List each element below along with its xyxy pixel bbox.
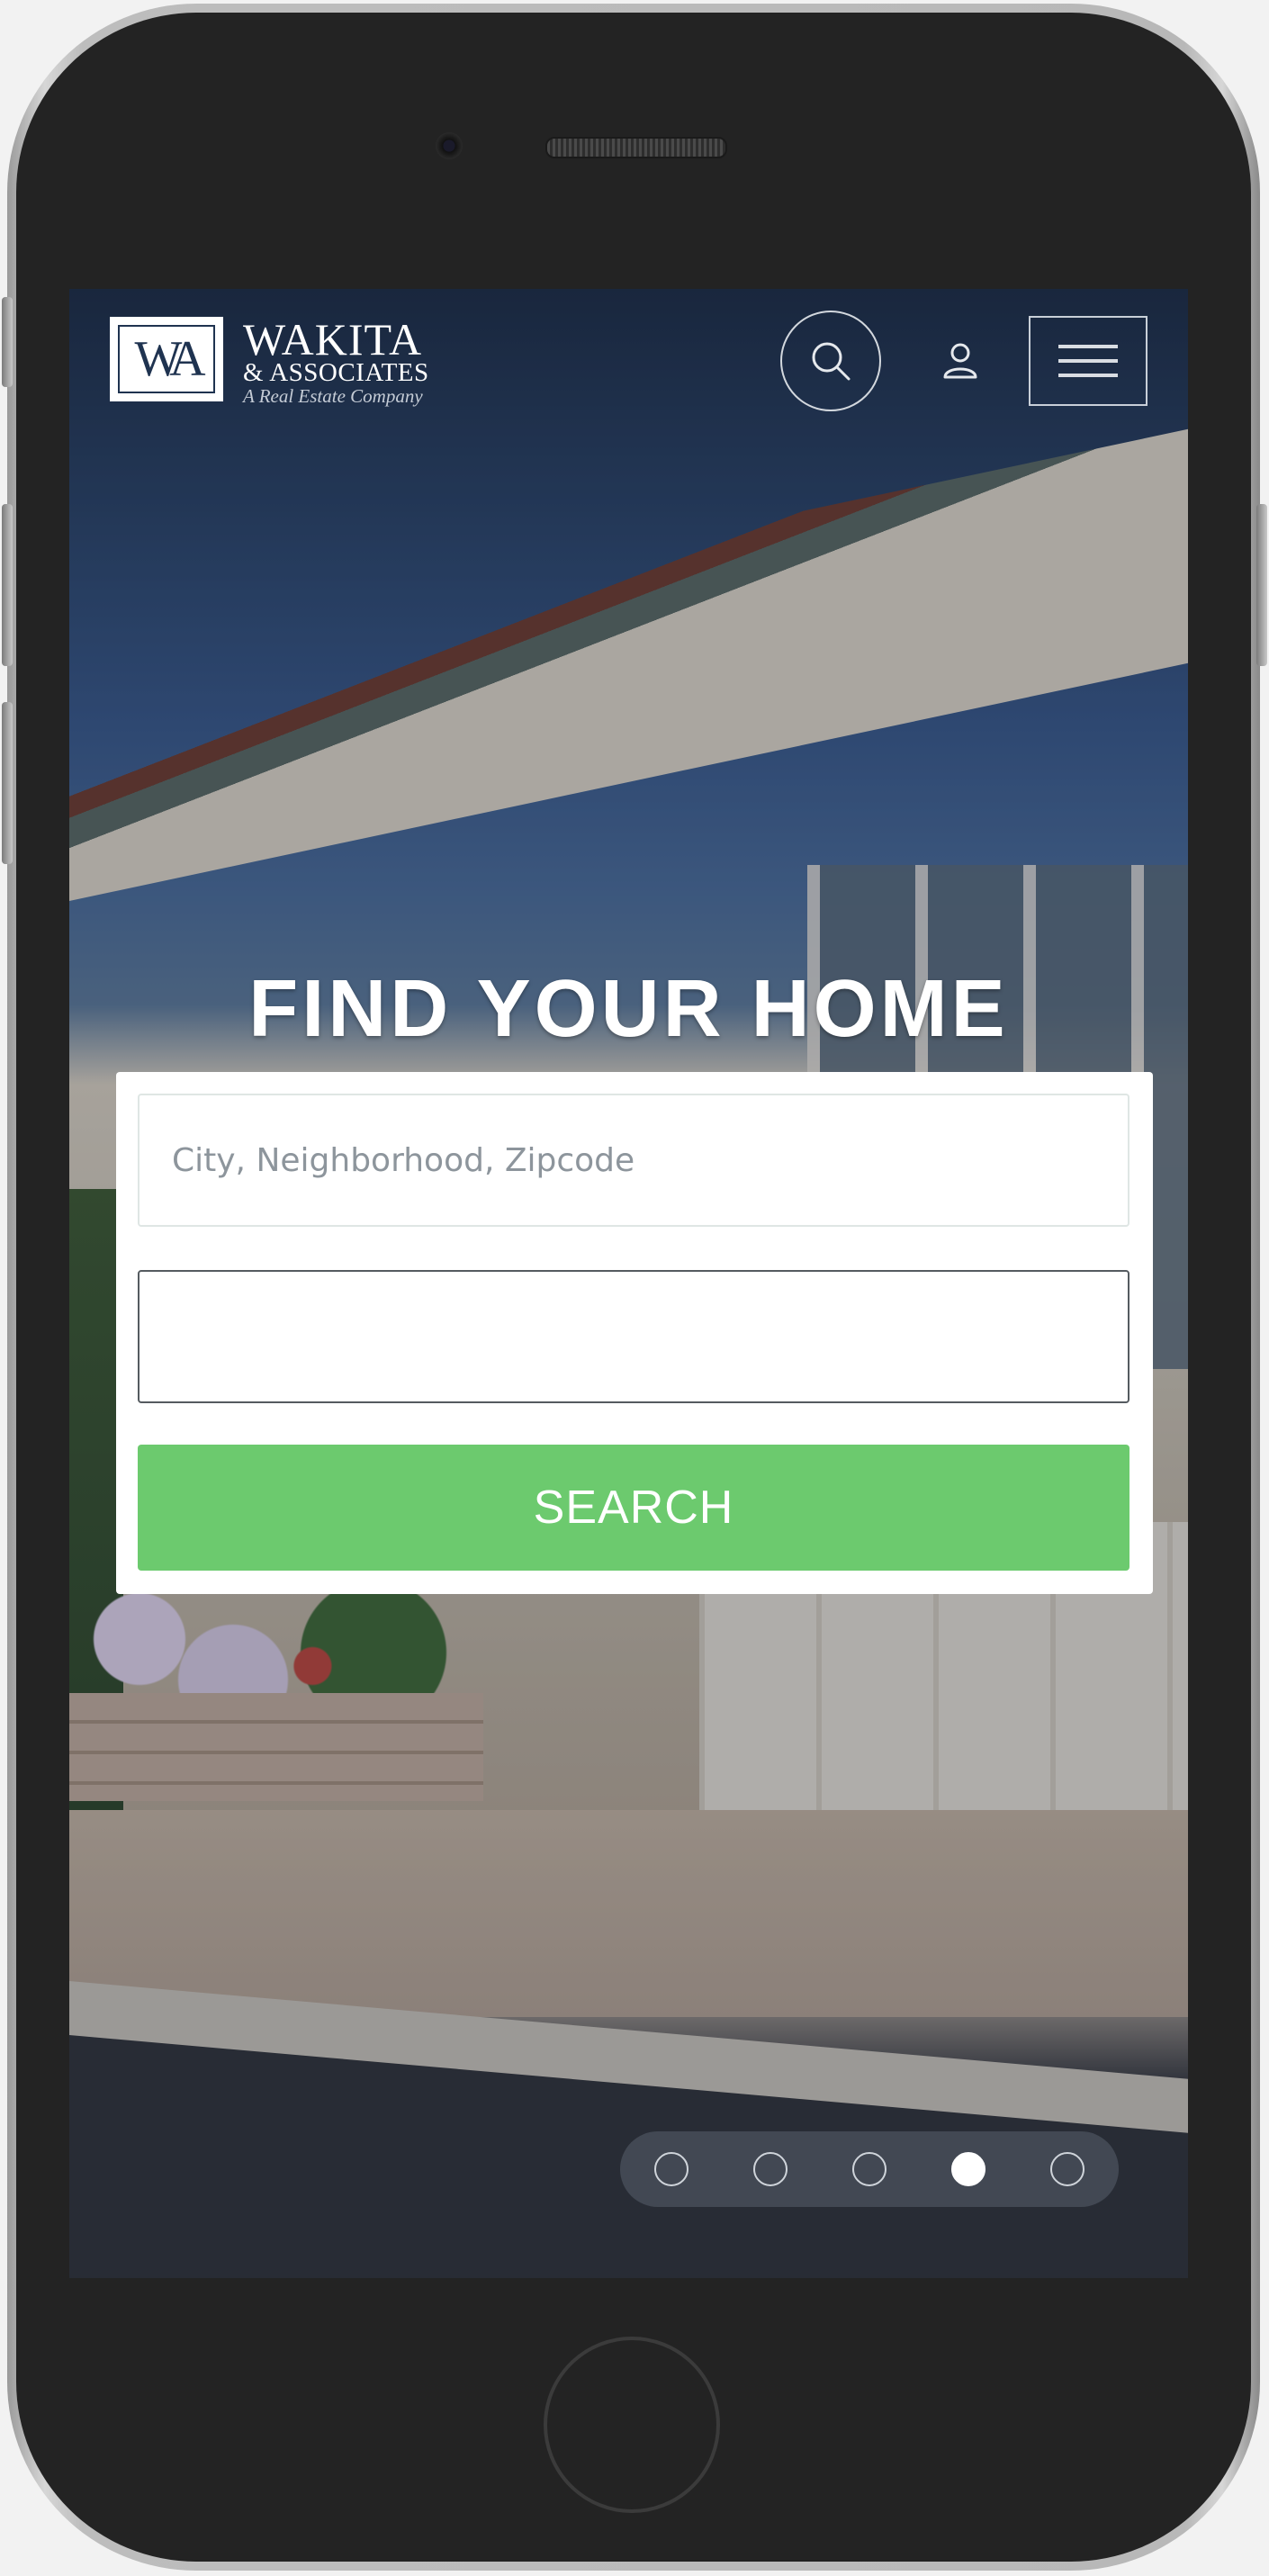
carousel-dot[interactable] (753, 2152, 788, 2186)
phone-side-button (2, 504, 13, 666)
hamburger-menu-icon (1058, 374, 1118, 377)
logo-wordmark: WAKITA & ASSOCIATES A Real Estate Compan… (243, 314, 429, 407)
site-logo[interactable]: WA WAKITA & ASSOCIATES A Real Estate Com… (110, 317, 429, 407)
menu-button[interactable] (1029, 316, 1148, 406)
carousel-dot[interactable] (852, 2152, 886, 2186)
logo-tagline: A Real Estate Company (243, 385, 423, 407)
carousel-dot[interactable] (1050, 2152, 1084, 2186)
hamburger-menu-icon (1058, 359, 1118, 363)
carousel-dot[interactable] (654, 2152, 688, 2186)
location-search-input[interactable] (138, 1094, 1130, 1227)
header-search-button[interactable] (780, 311, 881, 411)
phone-side-button (2, 702, 13, 864)
logo-name: WAKITA (243, 314, 423, 365)
search-submit-button[interactable]: SEARCH (138, 1445, 1130, 1571)
account-button[interactable] (933, 334, 987, 388)
phone-side-button (1256, 504, 1267, 666)
logo-monogram: WA (118, 325, 215, 393)
earpiece-speaker (545, 137, 727, 158)
phone-side-button (2, 297, 13, 387)
front-camera (436, 132, 463, 159)
logo-subtitle: & ASSOCIATES (243, 358, 429, 387)
home-button[interactable] (544, 2337, 720, 2513)
carousel-dot-active[interactable] (951, 2152, 986, 2186)
hamburger-menu-icon (1058, 345, 1118, 348)
secondary-search-field[interactable] (138, 1270, 1130, 1403)
search-panel: SEARCH (116, 1072, 1153, 1594)
user-icon (943, 343, 977, 379)
screen: WA WAKITA & ASSOCIATES A Real Estate Com… (69, 289, 1188, 2278)
carousel-indicator (620, 2131, 1119, 2207)
hero-headline: FIND YOUR HOME (248, 964, 1009, 1054)
logo-mark: WA (110, 317, 223, 401)
search-icon (812, 342, 850, 381)
